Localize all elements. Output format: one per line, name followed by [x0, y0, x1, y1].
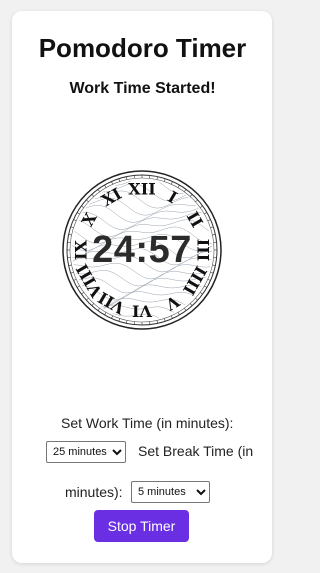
status-message: Work Time Started! [69, 80, 216, 97]
page-title: Pomodoro Timer [38, 33, 247, 63]
break-time-label: Set Break Time (in [138, 443, 254, 459]
clock-face: XII I II III IIII V VI VII VIII IX X XI 24:57 [62, 170, 222, 330]
work-time-label: Set Work Time (in minutes): [61, 415, 234, 431]
break-time-select[interactable]: 5 minutes [131, 481, 210, 503]
stop-timer-button[interactable]: Stop Timer [94, 510, 189, 542]
time-display: 24:57 [92, 229, 192, 271]
work-time-select[interactable]: 25 minutes [46, 441, 126, 463]
break-time-label-continued: minutes): [65, 484, 123, 500]
